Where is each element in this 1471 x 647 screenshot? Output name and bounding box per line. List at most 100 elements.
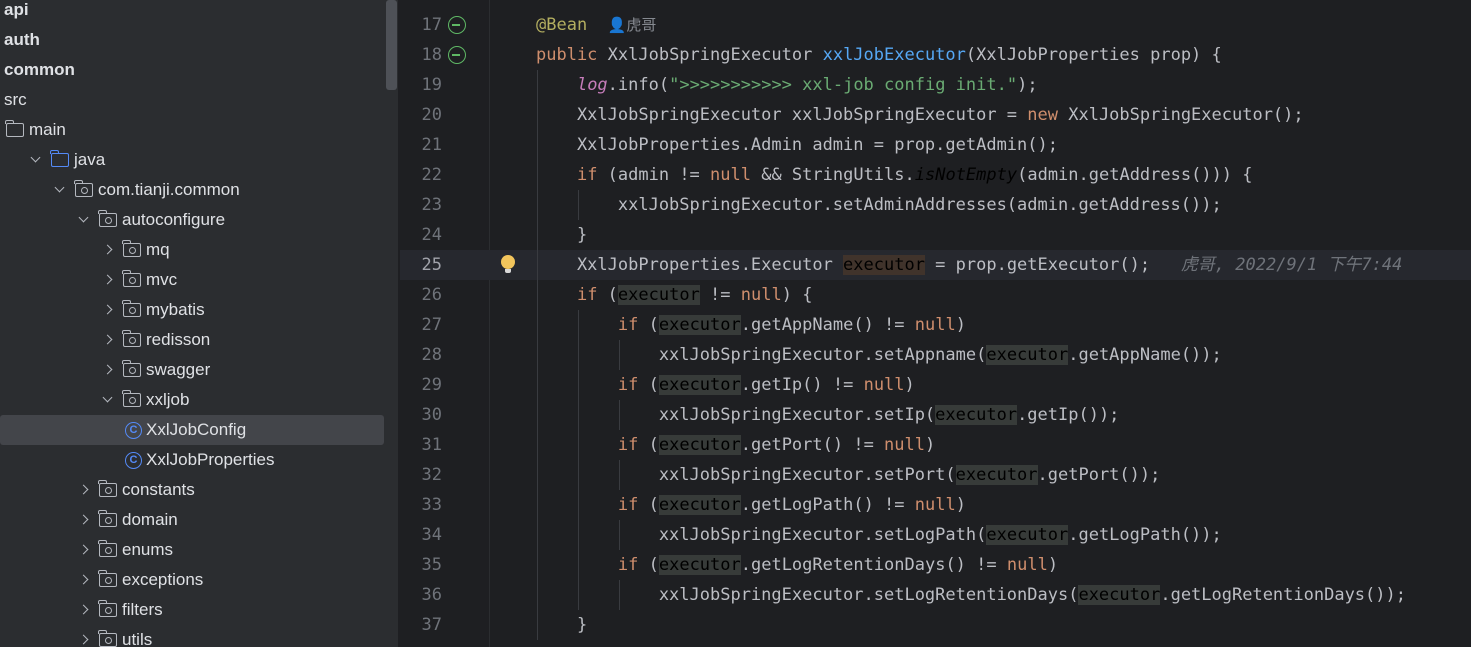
tree-item-src[interactable]: src: [0, 85, 386, 115]
line-number: 31: [421, 435, 442, 455]
tree-item-label: domain: [122, 510, 178, 529]
code-text: XxlJobProperties.Executor executor = pro…: [536, 250, 1402, 280]
tree-item-xxljobconfig[interactable]: C XxlJobConfig: [0, 415, 384, 445]
tree-item-filters[interactable]: filters: [0, 595, 386, 625]
chevron-right-icon[interactable]: [101, 363, 115, 377]
code-line[interactable]: 19 log.info(">>>>>>>>>>> xxl-job config …: [400, 70, 1471, 100]
chevron-right-icon[interactable]: [101, 303, 115, 317]
tree-item-constants[interactable]: constants: [0, 475, 386, 505]
code-editor[interactable]: 17 @Bean 👤虎哥 18 public XxlJobSpringExecutor…: [400, 0, 1471, 647]
line-number: 30: [421, 405, 442, 425]
tree-item-redisson[interactable]: redisson: [0, 325, 386, 355]
chevron-right-icon[interactable]: [77, 633, 91, 647]
code-line[interactable]: 22 if (admin != null && StringUtils.isNo…: [400, 160, 1471, 190]
tree-item-label: autoconfigure: [122, 210, 226, 229]
code-line[interactable]: 18 public XxlJobSpringExecutor xxlJobExec…: [400, 40, 1471, 70]
tree-item-mybatis[interactable]: mybatis: [0, 295, 386, 325]
tree-item-java[interactable]: java: [0, 145, 386, 175]
package-icon: [122, 270, 141, 287]
chevron-down-icon[interactable]: [29, 153, 43, 167]
tree-item-label: main: [29, 120, 66, 139]
code-text: XxlJobSpringExecutor xxlJobSpringExecuto…: [536, 100, 1304, 130]
code-line[interactable]: 37 }: [400, 610, 1471, 640]
tree-item-xxljob[interactable]: xxljob: [0, 385, 386, 415]
chevron-down-icon[interactable]: [53, 183, 67, 197]
code-token: executor: [658, 375, 741, 395]
chevron-right-icon[interactable]: [77, 573, 91, 587]
class-icon: C: [125, 451, 142, 469]
tree-item-com-tianji-common[interactable]: com.tianji.common: [0, 175, 386, 205]
code-text: }: [536, 610, 587, 640]
tree-item-domain[interactable]: domain: [0, 505, 386, 535]
code-token: executor: [658, 315, 741, 335]
tree-item-enums[interactable]: enums: [0, 535, 386, 565]
code-line[interactable]: 32 xxlJobSpringExecutor.setPort(executor…: [400, 460, 1471, 490]
code-line[interactable]: 31 if (executor.getPort() != null): [400, 430, 1471, 460]
tree-item-swagger[interactable]: swagger: [0, 355, 386, 385]
chevron-down-icon[interactable]: [77, 213, 91, 227]
code-line[interactable]: 20 XxlJobSpringExecutor xxlJobSpringExec…: [400, 100, 1471, 130]
tree-item-label: auth: [4, 30, 40, 49]
code-line[interactable]: 33 if (executor.getLogPath() != null): [400, 490, 1471, 520]
code-line[interactable]: 25 XxlJobProperties.Executor executor = …: [400, 250, 1471, 280]
tree-item-exceptions[interactable]: exceptions: [0, 565, 386, 595]
code-token: .getLogPath() !=: [740, 495, 915, 515]
panel-divider[interactable]: [398, 0, 399, 647]
chevron-right-icon[interactable]: [101, 333, 115, 347]
tree-item-mq[interactable]: mq: [0, 235, 386, 265]
code-line[interactable]: 36 xxlJobSpringExecutor.setLogRetentionD…: [400, 580, 1471, 610]
code-line[interactable]: 28 xxlJobSpringExecutor.setAppname(execu…: [400, 340, 1471, 370]
code-line[interactable]: 35 if (executor.getLogRetentionDays() !=…: [400, 550, 1471, 580]
lightbulb-icon[interactable]: [501, 255, 515, 273]
tree-item-common[interactable]: common: [0, 55, 386, 85]
chevron-right-icon[interactable]: [77, 543, 91, 557]
code-token: log: [576, 75, 608, 95]
package-icon: [98, 540, 117, 557]
chevron-right-icon[interactable]: [101, 273, 115, 287]
package-icon: [122, 300, 141, 317]
code-token: null: [1006, 555, 1048, 575]
tree-item-autoconfigure[interactable]: autoconfigure: [0, 205, 386, 235]
code-token: XxlJobSpringExecutor();: [1068, 105, 1304, 125]
code-line[interactable]: 30 xxlJobSpringExecutor.setIp(executor.g…: [400, 400, 1471, 430]
code-token: );: [1017, 75, 1038, 95]
code-line[interactable]: 24 }: [400, 220, 1471, 250]
code-line[interactable]: 23 xxlJobSpringExecutor.setAdminAddresse…: [400, 190, 1471, 220]
tree-item-main[interactable]: main: [0, 115, 386, 145]
chevron-right-icon[interactable]: [101, 243, 115, 257]
code-line[interactable]: 34 xxlJobSpringExecutor.setLogPath(execu…: [400, 520, 1471, 550]
tree-item-auth[interactable]: auth: [0, 25, 386, 55]
chevron-down-icon[interactable]: [101, 393, 115, 407]
chevron-right-icon[interactable]: [77, 513, 91, 527]
code-token: if: [617, 315, 649, 335]
chevron-right-icon[interactable]: [77, 603, 91, 617]
code-line[interactable]: 17 @Bean 👤虎哥: [400, 10, 1471, 40]
chevron-right-icon[interactable]: [77, 483, 91, 497]
tree-item-api[interactable]: api: [0, 0, 386, 25]
spring-bean-icon[interactable]: [448, 46, 466, 64]
tree-item-label: mybatis: [146, 300, 205, 319]
code-token: (admin.getAddress())) {: [1017, 165, 1253, 185]
code-line[interactable]: 21 XxlJobProperties.Admin admin = prop.g…: [400, 130, 1471, 160]
spring-bean-icon[interactable]: [448, 16, 466, 34]
code-token: ): [925, 435, 936, 455]
code-line[interactable]: 27 if (executor.getAppName() != null): [400, 310, 1471, 340]
code-token: = prop.getExecutor();: [924, 255, 1181, 275]
tree-item-utils[interactable]: utils: [0, 625, 386, 647]
code-token: XxlJobProperties.Admin admin = prop.getA…: [536, 135, 1058, 155]
line-number: 29: [421, 375, 442, 395]
tree-item-xxljobproperties[interactable]: C XxlJobProperties: [0, 445, 386, 475]
tree-item-mvc[interactable]: mvc: [0, 265, 386, 295]
line-number: 22: [421, 165, 442, 185]
code-token: xxlJobExecutor: [822, 45, 966, 65]
source-folder-icon: [50, 150, 69, 167]
code-token: ): [1047, 555, 1059, 575]
line-number: 36: [421, 585, 442, 605]
code-line[interactable]: 26 if (executor != null) {: [400, 280, 1471, 310]
code-line[interactable]: 29 if (executor.getIp() != null): [400, 370, 1471, 400]
project-tree-scrollbar[interactable]: [386, 0, 397, 90]
line-number: 28: [421, 345, 442, 365]
